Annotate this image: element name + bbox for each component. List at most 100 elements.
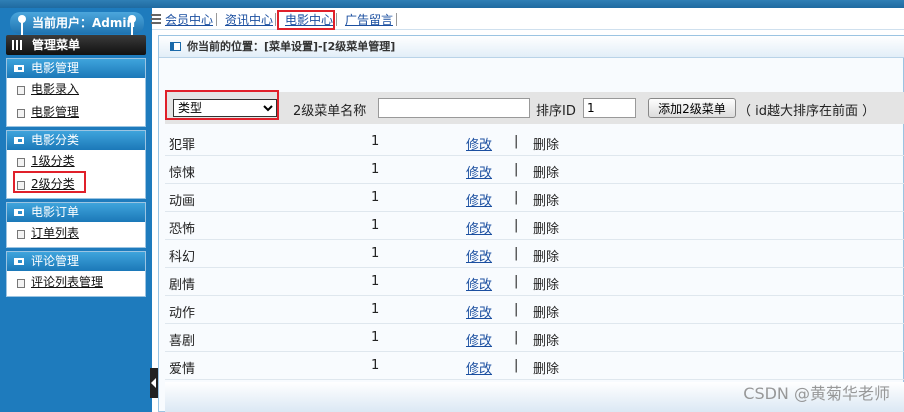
page-icon: [17, 86, 25, 95]
sort-id: 1: [371, 134, 380, 149]
sidebar: 当前用户：Admin 管理菜单 电影管理 电影录入 电影管理 电影分类 1级分类…: [0, 8, 152, 412]
menu-group-header[interactable]: 电影订单: [7, 203, 145, 222]
delete-link[interactable]: 删除: [533, 274, 559, 293]
delete-link[interactable]: 删除: [533, 162, 559, 181]
sidebar-link[interactable]: 评论列表管理: [31, 275, 103, 289]
delete-link[interactable]: 删除: [533, 134, 559, 153]
sort-id-input[interactable]: [583, 98, 636, 118]
sidebar-item-order-list[interactable]: 订单列表: [7, 222, 145, 245]
highlight-box: [13, 171, 86, 193]
add-submenu-button[interactable]: 添加2级菜单: [648, 98, 736, 118]
nav-separator: [275, 13, 276, 26]
action-separator: |: [514, 302, 519, 317]
nav-separator: [216, 13, 217, 26]
category-name: 爱情: [169, 362, 196, 377]
edit-link[interactable]: 修改: [466, 330, 492, 349]
edit-link[interactable]: 修改: [466, 218, 492, 237]
category-name: 犯罪: [169, 138, 196, 153]
menu-group-movie-orders: 电影订单 订单列表: [6, 202, 146, 248]
highlight-box: [165, 90, 279, 120]
action-separator: |: [514, 162, 519, 177]
sort-id: 1: [371, 246, 380, 261]
collapse-sidebar-handle[interactable]: [150, 368, 158, 398]
delete-link[interactable]: 删除: [533, 190, 559, 209]
delete-link[interactable]: 删除: [533, 358, 559, 377]
page-icon: [17, 230, 25, 239]
action-separator: |: [514, 218, 519, 233]
table-row: 爱情 1 修改 | 删除: [165, 352, 904, 380]
action-separator: |: [514, 190, 519, 205]
folder-icon: [14, 65, 24, 72]
edit-link[interactable]: 修改: [466, 190, 492, 209]
delete-link[interactable]: 删除: [533, 330, 559, 349]
table-row: 动作 1 修改 | 删除: [165, 296, 904, 324]
delete-link[interactable]: 删除: [533, 218, 559, 237]
menu-group-header[interactable]: 电影管理: [7, 59, 145, 78]
sidebar-link[interactable]: 订单列表: [31, 226, 79, 240]
action-separator: |: [514, 358, 519, 373]
page-icon: [17, 109, 25, 118]
folder-icon: [14, 209, 24, 216]
category-name: 科幻: [169, 250, 196, 265]
sidebar-item-movie-entry[interactable]: 电影录入: [7, 78, 145, 101]
category-name: 惊悚: [169, 166, 196, 181]
category-name: 喜剧: [169, 334, 196, 349]
nav-separator: [396, 13, 397, 26]
sort-id: 1: [371, 162, 380, 177]
menu-header: 管理菜单: [6, 35, 146, 55]
folder-icon: [14, 137, 24, 144]
submenu-name-input[interactable]: [378, 98, 530, 118]
nav-member-center[interactable]: 会员中心: [165, 12, 213, 28]
sidebar-link[interactable]: 1级分类: [31, 154, 75, 168]
top-nav: 会员中心 资讯中心 电影中心 广告留言: [151, 8, 904, 30]
table-row: 剧情 1 修改 | 删除: [165, 268, 904, 296]
action-separator: |: [514, 134, 519, 149]
edit-link[interactable]: 修改: [466, 246, 492, 265]
current-user-label: 当前用户：Admin: [32, 16, 136, 30]
edit-link[interactable]: 修改: [466, 358, 492, 377]
table-row: 科幻 1 修改 | 删除: [165, 240, 904, 268]
sidebar-link[interactable]: 电影录入: [31, 82, 79, 96]
edit-link[interactable]: 修改: [466, 134, 492, 153]
menu-group-movie-manage: 电影管理 电影录入 电影管理: [6, 58, 146, 127]
sort-id: 1: [371, 218, 380, 233]
nav-news-center[interactable]: 资讯中心: [225, 12, 273, 28]
page-icon: [17, 279, 25, 288]
sort-id: 1: [371, 302, 380, 317]
sidebar-link[interactable]: 电影管理: [31, 105, 79, 119]
sort-id: 1: [371, 330, 380, 345]
action-separator: |: [514, 330, 519, 345]
pin-icon: [128, 15, 136, 35]
category-name: 剧情: [169, 278, 196, 293]
edit-link[interactable]: 修改: [466, 162, 492, 181]
menu-group-comments: 评论管理 评论列表管理: [6, 251, 146, 297]
delete-link[interactable]: 删除: [533, 246, 559, 265]
sort-id: 1: [371, 358, 380, 373]
menu-group-header[interactable]: 电影分类: [7, 131, 145, 150]
table-row: 犯罪 1 修改 | 删除: [165, 128, 904, 156]
list-icon: [151, 14, 161, 24]
sidebar-item-movie-manage[interactable]: 电影管理: [7, 101, 145, 124]
page-icon: [17, 158, 25, 167]
sidebar-item-comment-list[interactable]: 评论列表管理: [7, 271, 145, 294]
nav-separator: [336, 13, 337, 26]
menu-group-header[interactable]: 评论管理: [7, 252, 145, 271]
category-name: 动画: [169, 194, 196, 209]
action-separator: |: [514, 274, 519, 289]
window-icon: [170, 42, 181, 51]
category-name: 恐怖: [169, 222, 196, 237]
sidebar-item-level1-category[interactable]: 1级分类: [7, 150, 145, 173]
breadcrumb-text: 你当前的位置：[菜单设置]-[2级菜单管理]: [187, 40, 396, 53]
table-row: 惊悚 1 修改 | 删除: [165, 156, 904, 184]
edit-link[interactable]: 修改: [466, 302, 492, 321]
sort-hint: （ id越大排序在前面 ）: [738, 104, 876, 119]
category-name: 动作: [169, 306, 196, 321]
highlight-box: [277, 10, 335, 30]
delete-link[interactable]: 删除: [533, 302, 559, 321]
edit-link[interactable]: 修改: [466, 274, 492, 293]
action-separator: |: [514, 246, 519, 261]
nav-ads-messages[interactable]: 广告留言: [345, 12, 393, 28]
menu-grid-icon: [12, 40, 24, 50]
watermark: CSDN @黄菊华老师: [743, 384, 890, 403]
current-user-bar: 当前用户：Admin: [10, 12, 144, 35]
